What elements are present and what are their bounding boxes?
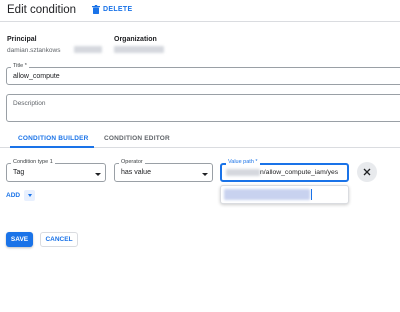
page-title: Edit condition <box>7 4 77 16</box>
operator-label: Operator <box>119 159 145 165</box>
condition-type-value: Tag <box>13 169 25 176</box>
description-placeholder: Description <box>13 100 46 107</box>
organization-label: Organization <box>114 36 157 43</box>
value-path-value: n/allow_compute_iam/yes <box>260 169 339 176</box>
active-tab-indicator <box>10 146 94 148</box>
tab-condition-editor[interactable]: CONDITION EDITOR <box>104 135 170 142</box>
add-label: ADD <box>6 192 21 199</box>
tab-condition-builder[interactable]: CONDITION BUILDER <box>18 135 89 142</box>
delete-button[interactable]: DELETE <box>92 5 132 14</box>
chevron-down-icon <box>202 173 208 176</box>
value-path-input[interactable]: Value path * n/allow_compute_iam/yes <box>220 159 349 182</box>
caret-down-icon <box>27 194 32 197</box>
principal-value: damian.sztankows <box>7 47 61 54</box>
title-field-label: Title * <box>11 63 29 69</box>
remove-condition-button[interactable] <box>357 162 377 182</box>
add-condition-button[interactable]: ADD <box>6 190 36 201</box>
condition-type-select[interactable]: Condition type 1 Tag <box>6 159 106 182</box>
cancel-button[interactable]: CANCEL <box>40 232 78 247</box>
operator-value: has value <box>121 169 151 176</box>
condition-type-label: Condition type 1 <box>11 159 55 165</box>
redacted-organization <box>114 46 164 53</box>
condition-tabs: CONDITION BUILDER CONDITION EDITOR <box>0 130 400 148</box>
redacted-principal <box>74 46 102 53</box>
redacted-value-prefix <box>226 169 260 176</box>
title-field[interactable]: Title * allow_compute <box>6 63 400 85</box>
dialog-header: Edit condition DELETE <box>0 0 400 22</box>
save-button[interactable]: SAVE <box>6 232 33 247</box>
description-field[interactable]: Description <box>6 94 400 122</box>
trash-icon <box>92 5 100 14</box>
chevron-down-icon <box>95 173 101 176</box>
close-icon <box>363 168 371 176</box>
title-field-value: allow_compute <box>13 73 60 80</box>
redacted-suggestion[interactable] <box>224 189 310 200</box>
autocomplete-dropdown[interactable] <box>220 185 349 204</box>
value-path-label: Value path * <box>226 159 260 165</box>
principal-label: Principal <box>7 36 37 43</box>
delete-label: DELETE <box>103 6 133 13</box>
add-menu-toggle[interactable] <box>24 190 36 201</box>
text-caret <box>311 189 312 200</box>
operator-select[interactable]: Operator has value <box>114 159 213 182</box>
